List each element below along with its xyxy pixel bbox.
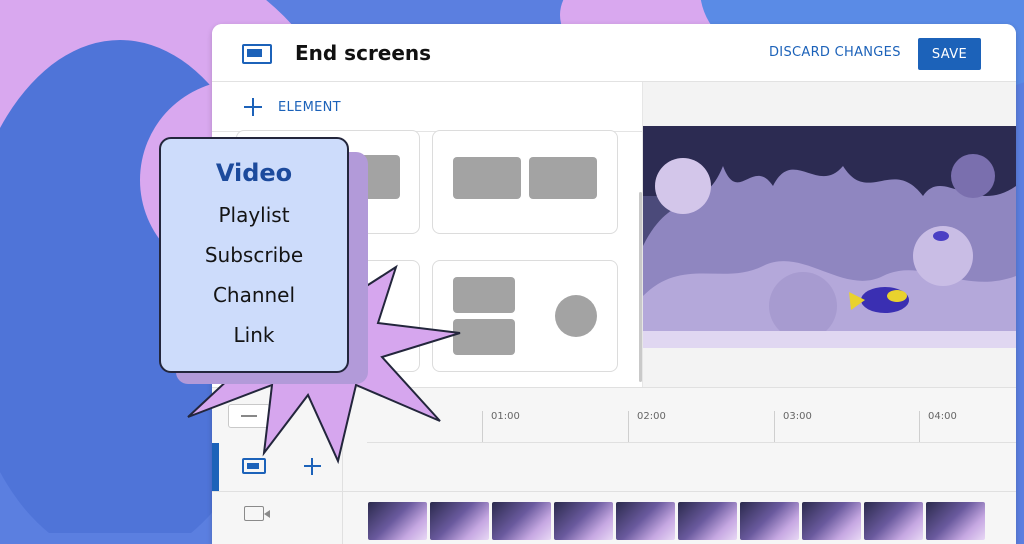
plus-icon [244,98,262,116]
video-thumbnail [616,502,675,540]
template-card-2[interactable] [432,130,618,234]
add-element-button[interactable]: ELEMENT [244,98,341,116]
menu-item-link[interactable]: Link [161,323,347,347]
video-track[interactable] [212,492,1016,544]
time-tick: 04:00 [919,411,957,442]
video-preview [643,126,1016,348]
video-thumbnail [740,502,799,540]
video-thumbnail [678,502,737,540]
template-placeholder-video [453,157,521,199]
video-thumbnail [926,502,985,540]
save-button[interactable]: SAVE [918,38,981,70]
menu-item-playlist[interactable]: Playlist [161,203,347,227]
time-tick: 02:00 [628,411,666,442]
menu-item-subscribe[interactable]: Subscribe [161,243,347,267]
track-label [212,492,343,544]
template-placeholder-video [529,157,597,199]
video-thumbnail [430,502,489,540]
coral-reef-image [643,126,1016,348]
time-tick: 01:00 [482,411,520,442]
menu-item-video[interactable]: Video [161,159,347,187]
time-tick: 03:00 [774,411,812,442]
video-preview-area [643,82,1016,412]
template-placeholder-subscribe [555,295,597,337]
discard-changes-button[interactable]: DISCARD CHANGES [769,45,901,60]
video-thumbnails [368,502,985,540]
title-bar: End screens DISCARD CHANGES SAVE [212,24,1016,82]
video-thumbnail [368,502,427,540]
video-thumbnail [492,502,551,540]
menu-item-channel[interactable]: Channel [161,283,347,307]
end-screen-icon [242,44,272,64]
video-thumbnail [864,502,923,540]
element-type-menu: Video Playlist Subscribe Channel Link [159,137,349,373]
templates-scrollbar[interactable] [639,192,642,382]
add-element-label: ELEMENT [278,99,341,115]
camera-icon [244,506,270,521]
page-title: End screens [295,41,432,65]
video-thumbnail [802,502,861,540]
video-thumbnail [554,502,613,540]
